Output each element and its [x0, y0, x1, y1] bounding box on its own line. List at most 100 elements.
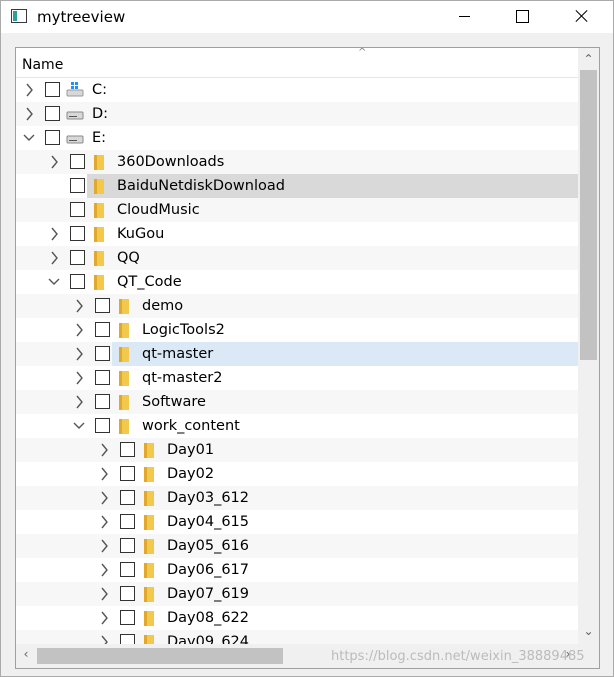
folder-icon: [141, 513, 159, 531]
tree-item-label: Day05_616: [167, 538, 250, 554]
chevron-right-icon[interactable]: [97, 585, 111, 603]
chevron-right-icon[interactable]: [72, 345, 86, 363]
watermark-text: https://blog.csdn.net/weixin_38889485: [331, 649, 585, 664]
chevron-right-icon[interactable]: [97, 561, 111, 579]
tree-item-label: LogicTools2: [142, 322, 225, 338]
row-checkbox[interactable]: [70, 250, 85, 265]
tree-row[interactable]: D:: [16, 102, 578, 126]
row-checkbox[interactable]: [120, 610, 135, 625]
vertical-scroll-thumb[interactable]: [580, 70, 597, 360]
tree-row[interactable]: BaiduNetdiskDownload: [16, 174, 578, 198]
tree-row[interactable]: C:: [16, 78, 578, 102]
minimize-button[interactable]: [441, 1, 487, 31]
chevron-right-icon[interactable]: [97, 441, 111, 459]
row-checkbox[interactable]: [120, 562, 135, 577]
tree-row[interactable]: qt-master2: [16, 366, 578, 390]
column-header[interactable]: Name ^: [16, 48, 578, 78]
chevron-right-icon[interactable]: [97, 537, 111, 555]
row-checkbox[interactable]: [95, 418, 110, 433]
tree-row[interactable]: CloudMusic: [16, 198, 578, 222]
chevron-right-icon[interactable]: [72, 393, 86, 411]
tree-row[interactable]: Day08_622: [16, 606, 578, 630]
tree-item-label: QQ: [117, 250, 140, 266]
tree-row[interactable]: work_content: [16, 414, 578, 438]
chevron-right-icon[interactable]: [72, 321, 86, 339]
chevron-right-icon[interactable]: [72, 297, 86, 315]
row-checkbox[interactable]: [95, 298, 110, 313]
row-checkbox[interactable]: [120, 586, 135, 601]
chevron-down-icon[interactable]: [72, 417, 86, 435]
tree-row[interactable]: KuGou: [16, 222, 578, 246]
folder-icon: [116, 321, 134, 339]
tree-row[interactable]: Day04_615: [16, 510, 578, 534]
tree-item-label: qt-master: [142, 346, 214, 362]
tree-row[interactable]: Day01: [16, 438, 578, 462]
folder-icon: [91, 273, 109, 291]
chevron-right-icon[interactable]: [97, 513, 111, 531]
chevron-right-icon[interactable]: [97, 465, 111, 483]
horizontal-scroll-thumb[interactable]: [37, 648, 283, 664]
row-checkbox[interactable]: [120, 634, 135, 644]
tree-row[interactable]: Day09_624: [16, 630, 578, 644]
scroll-down-icon[interactable]: ⌄: [578, 624, 599, 638]
chevron-right-icon[interactable]: [97, 609, 111, 627]
tree-item-label: Day06_617: [167, 562, 250, 578]
tree-item-label: E:: [92, 130, 107, 146]
chevron-right-icon[interactable]: [47, 225, 61, 243]
tree-row[interactable]: Day03_612: [16, 486, 578, 510]
chevron-right-icon[interactable]: [72, 369, 86, 387]
tree-item-label: CloudMusic: [117, 202, 200, 218]
chevron-right-icon[interactable]: [47, 153, 61, 171]
chevron-right-icon[interactable]: [22, 105, 36, 123]
folder-icon: [141, 561, 159, 579]
row-checkbox[interactable]: [120, 514, 135, 529]
row-checkbox[interactable]: [70, 154, 85, 169]
row-checkbox[interactable]: [70, 274, 85, 289]
vertical-scrollbar[interactable]: ⌃ ⌄: [578, 48, 599, 644]
title-bar[interactable]: mytreeview: [1, 1, 613, 33]
row-checkbox[interactable]: [120, 538, 135, 553]
folder-icon: [141, 585, 159, 603]
tree-row[interactable]: QT_Code: [16, 270, 578, 294]
chevron-down-icon[interactable]: [22, 129, 36, 147]
row-checkbox[interactable]: [70, 178, 85, 193]
chevron-down-icon[interactable]: [47, 273, 61, 291]
maximize-button[interactable]: [499, 1, 545, 31]
tree-item-label: Day09_624: [167, 634, 250, 644]
row-checkbox[interactable]: [95, 346, 110, 361]
tree-row[interactable]: QQ: [16, 246, 578, 270]
row-checkbox[interactable]: [95, 394, 110, 409]
row-checkbox[interactable]: [120, 490, 135, 505]
scroll-up-icon[interactable]: ⌃: [578, 52, 599, 66]
chevron-right-icon[interactable]: [22, 81, 36, 99]
folder-icon: [116, 345, 134, 363]
column-header-name: Name: [22, 57, 64, 73]
row-checkbox[interactable]: [45, 106, 60, 121]
tree-row[interactable]: demo: [16, 294, 578, 318]
row-checkbox[interactable]: [70, 202, 85, 217]
row-checkbox[interactable]: [45, 82, 60, 97]
chevron-right-icon[interactable]: [97, 489, 111, 507]
tree-view[interactable]: Name ^ C: D: E: 360Downloads BaiduNetdiskDow…: [15, 47, 600, 669]
row-checkbox[interactable]: [95, 370, 110, 385]
tree-row[interactable]: 360Downloads: [16, 150, 578, 174]
tree-row[interactable]: Day07_619: [16, 582, 578, 606]
scroll-left-icon[interactable]: ‹: [18, 647, 34, 665]
tree-row[interactable]: LogicTools2: [16, 318, 578, 342]
tree-row[interactable]: qt-master: [16, 342, 578, 366]
chevron-right-icon[interactable]: [97, 633, 111, 644]
close-button[interactable]: [559, 1, 605, 31]
tree-row[interactable]: Software: [16, 390, 578, 414]
tree-row[interactable]: Day06_617: [16, 558, 578, 582]
tree-row[interactable]: Day02: [16, 462, 578, 486]
chevron-right-icon[interactable]: [47, 249, 61, 267]
row-checkbox[interactable]: [70, 226, 85, 241]
tree-item-label: Software: [142, 394, 206, 410]
row-checkbox[interactable]: [45, 130, 60, 145]
row-checkbox[interactable]: [95, 322, 110, 337]
tree-row[interactable]: Day05_616: [16, 534, 578, 558]
tree-row[interactable]: E:: [16, 126, 578, 150]
row-checkbox[interactable]: [120, 442, 135, 457]
row-checkbox[interactable]: [120, 466, 135, 481]
folder-icon: [141, 537, 159, 555]
